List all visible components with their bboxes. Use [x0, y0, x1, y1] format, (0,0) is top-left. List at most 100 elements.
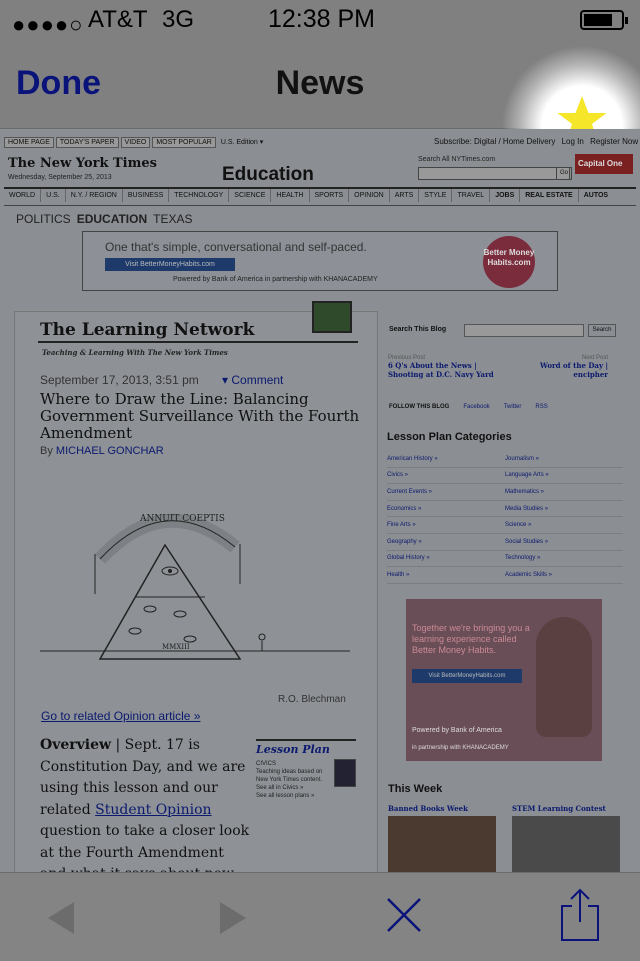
- forward-arrow-icon[interactable]: [218, 900, 248, 936]
- follow-blog: FOLLOW THIS BLOG Facebook Twitter RSS: [389, 404, 548, 410]
- banner-ad[interactable]: One that's simple, conversational and se…: [82, 231, 558, 291]
- edition-select[interactable]: U.S. Edition ▾: [218, 137, 266, 147]
- category-link[interactable]: Mathematics »: [505, 489, 623, 495]
- previous-post[interactable]: Previous Post 6 Q's About the News | Sho…: [388, 355, 496, 379]
- previous-post-title[interactable]: 6 Q's About the News | Shooting at D.C. …: [388, 361, 496, 379]
- close-icon[interactable]: [385, 896, 423, 934]
- student-opinion-link[interactable]: Student Opinion: [95, 802, 211, 818]
- nav-sports[interactable]: SPORTS: [310, 189, 350, 202]
- network-type: 3G: [162, 6, 195, 33]
- lesson-plan-category: CIVICS: [256, 761, 277, 767]
- link-video[interactable]: VIDEO: [120, 137, 151, 148]
- category-link[interactable]: Journalism »: [505, 456, 623, 462]
- nav-travel[interactable]: TRAVEL: [452, 189, 491, 202]
- this-week-item-title[interactable]: STEM Learning Contest: [512, 804, 606, 813]
- subnav-education[interactable]: EDUCATION: [77, 212, 147, 226]
- sidebar-ad-text: Together we're bringing you a learning e…: [412, 623, 530, 655]
- nav-jobs[interactable]: JOBS: [490, 189, 521, 202]
- subnav-politics[interactable]: POLITICS: [16, 212, 71, 226]
- lesson-plan-link[interactable]: See all lesson plans »: [256, 792, 328, 800]
- next-post-title[interactable]: Word of the Day | encipher: [512, 361, 608, 379]
- subnav-texas[interactable]: TEXAS: [153, 212, 192, 226]
- divider: [38, 341, 358, 343]
- nav-us[interactable]: U.S.: [41, 189, 66, 202]
- nav-world[interactable]: WORLD: [4, 189, 42, 202]
- sidebar-ad[interactable]: Together we're bringing you a learning e…: [406, 599, 602, 761]
- related-article-link[interactable]: Go to related Opinion article »: [41, 709, 200, 723]
- this-week-item-title[interactable]: Banned Books Week: [388, 804, 468, 813]
- category-link[interactable]: Technology »: [505, 555, 623, 561]
- bottom-toolbar: [0, 872, 640, 961]
- article-title[interactable]: Where to Draw the Line: Balancing Govern…: [40, 391, 360, 442]
- nav-style[interactable]: STYLE: [419, 189, 453, 202]
- ad-badge: Better Money Habits.com: [483, 236, 535, 288]
- next-post[interactable]: Next Post Word of the Day | encipher: [512, 355, 608, 379]
- nav-real-estate[interactable]: REAL ESTATE: [520, 189, 579, 202]
- category-link[interactable]: Economics »: [387, 506, 505, 512]
- blog-search-button[interactable]: Search: [588, 324, 616, 337]
- category-link[interactable]: Social Studies »: [505, 539, 623, 545]
- category-link[interactable]: Fine Arts »: [387, 522, 505, 528]
- lesson-plan-heading[interactable]: Lesson Plan: [256, 739, 356, 756]
- chalkboard-icon: [312, 301, 352, 333]
- link-most-popular[interactable]: MOST POPULAR: [152, 137, 216, 148]
- blog-tagline: Teaching & Learning With The New York Ti…: [42, 348, 228, 357]
- register-link[interactable]: Register Now: [590, 137, 638, 146]
- cartoon-motto: ANNUIT COEPTIS: [139, 514, 225, 524]
- rss-link[interactable]: RSS: [535, 404, 547, 410]
- nav-ny-region[interactable]: N.Y. / REGION: [66, 189, 123, 202]
- blog-name[interactable]: The Learning Network: [40, 320, 254, 340]
- go-button[interactable]: Go: [556, 167, 572, 180]
- account-links: Subscribe: Digital / Home Delivery Log I…: [430, 137, 638, 146]
- byline-prefix: By: [40, 445, 53, 457]
- category-link[interactable]: Current Events »: [387, 489, 505, 495]
- battery-icon: [580, 10, 628, 30]
- lesson-plan-link[interactable]: See all in Civics »: [256, 784, 328, 792]
- ad-button[interactable]: Visit BetterMoneyHabits.com: [105, 258, 235, 271]
- illustration-credit: R.O. Blechman: [278, 694, 346, 705]
- search-label: Search All NYTimes.com: [418, 156, 496, 163]
- nyt-logo[interactable]: The New York Times: [8, 156, 157, 171]
- blog-search-input[interactable]: [464, 324, 584, 337]
- share-icon[interactable]: [558, 886, 602, 944]
- category-link[interactable]: Geography »: [387, 539, 505, 545]
- back-arrow-icon[interactable]: [46, 900, 76, 936]
- nav-health[interactable]: HEALTH: [271, 189, 310, 202]
- category-link[interactable]: Academic Skills »: [505, 572, 623, 578]
- this-week-image[interactable]: [512, 816, 620, 872]
- search-input[interactable]: [418, 167, 570, 180]
- category-link[interactable]: Global History »: [387, 555, 505, 561]
- facebook-link[interactable]: Facebook: [463, 404, 489, 410]
- done-button[interactable]: Done: [16, 64, 101, 103]
- nav-autos[interactable]: AUTOS: [579, 189, 613, 202]
- this-week-image[interactable]: [388, 816, 496, 872]
- ad-powered: Powered by Bank of America in partnershi…: [173, 276, 378, 283]
- category-link[interactable]: Media Studies »: [505, 506, 623, 512]
- twitter-link[interactable]: Twitter: [504, 404, 522, 410]
- lesson-plan-box: Lesson Plan CIVICS Teaching ideas based …: [256, 739, 356, 800]
- overview-paragraph: Overview | Sept. 17 is Constitution Day,…: [40, 735, 252, 872]
- author-link[interactable]: MICHAEL GONCHAR: [56, 445, 164, 457]
- signal-strength: ●●●●○: [12, 12, 84, 37]
- lesson-plan-thumbnail[interactable]: [334, 759, 356, 787]
- nav-science[interactable]: SCIENCE: [229, 189, 272, 202]
- nav-opinion[interactable]: OPINION: [349, 189, 390, 202]
- link-home-page[interactable]: HOME PAGE: [4, 137, 54, 148]
- subscribe-link[interactable]: Subscribe: Digital / Home Delivery: [434, 137, 555, 146]
- comment-link[interactable]: ▾ Comment: [222, 373, 283, 387]
- login-link[interactable]: Log In: [562, 137, 584, 146]
- link-todays-paper[interactable]: TODAY'S PAPER: [55, 137, 119, 148]
- nav-business[interactable]: BUSINESS: [123, 189, 170, 202]
- web-content[interactable]: HOME PAGE TODAY'S PAPER VIDEO MOST POPULAR U…: [0, 129, 640, 872]
- nav-arts[interactable]: ARTS: [390, 189, 420, 202]
- category-link[interactable]: Science »: [505, 522, 623, 528]
- category-link[interactable]: Civics »: [387, 472, 505, 478]
- sidebar-ad-button[interactable]: Visit BetterMoneyHabits.com: [412, 669, 522, 683]
- category-link[interactable]: American History »: [387, 456, 505, 462]
- category-link[interactable]: Health »: [387, 572, 505, 578]
- byline: By MICHAEL GONCHAR: [40, 445, 164, 457]
- sponsor-logo[interactable]: Capital One: [575, 154, 633, 174]
- category-link[interactable]: Language Arts »: [505, 472, 623, 478]
- navigation-bar: News Done: [0, 40, 640, 168]
- nav-technology[interactable]: TECHNOLOGY: [169, 189, 230, 202]
